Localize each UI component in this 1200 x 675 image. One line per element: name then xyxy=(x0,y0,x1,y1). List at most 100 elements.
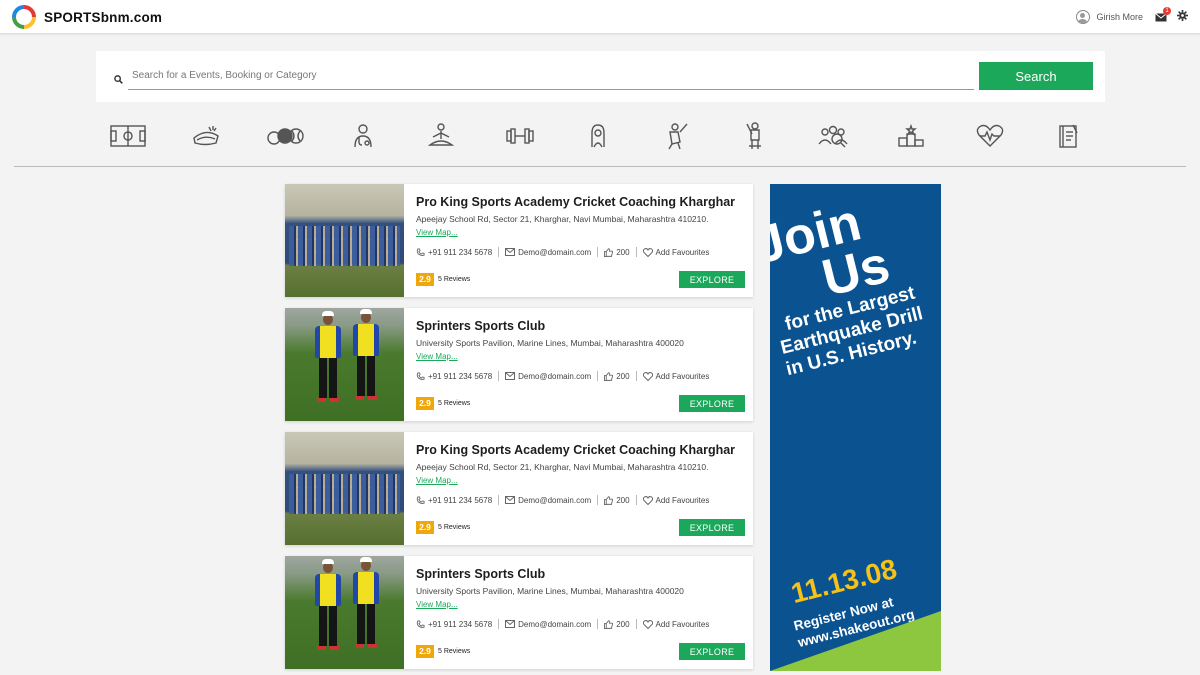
email-text: Demo@domain.com xyxy=(518,247,592,257)
physio-icon[interactable] xyxy=(343,120,383,152)
phone-item[interactable]: +91 911 234 5678 xyxy=(416,248,492,257)
separator xyxy=(635,247,637,257)
listing-title[interactable]: Sprinters Sports Club xyxy=(416,319,545,333)
separator xyxy=(597,495,599,505)
separator xyxy=(498,371,500,381)
user-area: Girish More 1 xyxy=(1076,7,1188,26)
email-item[interactable]: Demo@domain.com xyxy=(505,248,591,257)
explore-button[interactable]: EXPLORE xyxy=(679,643,745,660)
diary-icon[interactable] xyxy=(1048,120,1088,152)
batsman-icon[interactable] xyxy=(735,120,775,152)
thumbs-up-icon xyxy=(604,495,614,505)
explore-button[interactable]: EXPLORE xyxy=(679,395,745,412)
rating-score: 2.9 xyxy=(416,521,434,534)
likes-item[interactable]: 200 xyxy=(604,619,630,629)
phone-item[interactable]: +91 911 234 5678 xyxy=(416,372,492,381)
ad-headline: Join Us for the Largest Earthquake Drill… xyxy=(770,189,931,381)
separator xyxy=(597,619,599,629)
listing-card[interactable]: Sprinters Sports Club University Sports … xyxy=(285,308,753,421)
user-name[interactable]: Girish More xyxy=(1096,12,1143,22)
likes-item[interactable]: 200 xyxy=(604,371,630,381)
cricket-ball-icon[interactable] xyxy=(186,120,226,152)
listing-card[interactable]: Sprinters Sports Club University Sports … xyxy=(285,556,753,669)
phone-text: +91 911 234 5678 xyxy=(428,619,493,629)
site-logo[interactable]: SPORTSbnm.com xyxy=(12,5,162,29)
heart-icon xyxy=(642,495,653,505)
two-players-photo[interactable] xyxy=(285,556,404,669)
separator xyxy=(635,619,637,629)
add-favourites-button[interactable]: Add Favourites xyxy=(642,619,710,629)
cricketer-icon[interactable] xyxy=(656,120,696,152)
add-favourites-button[interactable]: Add Favourites xyxy=(642,371,710,381)
email-item[interactable]: Demo@domain.com xyxy=(505,620,591,629)
envelope-icon xyxy=(505,248,516,256)
view-map-link[interactable]: View Map... xyxy=(416,600,458,609)
reviews-count[interactable]: 5 Reviews xyxy=(438,276,470,283)
mail-icon[interactable]: 1 xyxy=(1155,7,1171,22)
thumbs-up-icon xyxy=(604,619,614,629)
view-map-link[interactable]: View Map... xyxy=(416,352,458,361)
thumbs-up-icon xyxy=(604,247,614,257)
reviews-count[interactable]: 5 Reviews xyxy=(438,524,470,531)
reviews-count[interactable]: 5 Reviews xyxy=(438,400,470,407)
user-avatar-icon[interactable] xyxy=(1076,10,1091,24)
team-photo[interactable] xyxy=(285,184,404,297)
two-players-photo[interactable] xyxy=(285,308,404,421)
envelope-icon xyxy=(505,496,516,504)
heart-health-icon[interactable] xyxy=(970,120,1010,152)
phone-icon xyxy=(416,247,425,256)
phone-item[interactable]: +91 911 234 5678 xyxy=(416,496,492,505)
team-photo[interactable] xyxy=(285,432,404,545)
listing-card[interactable]: Pro King Sports Academy Cricket Coaching… xyxy=(285,184,753,297)
favourites-label: Add Favourites xyxy=(655,619,710,629)
stadium-icon[interactable] xyxy=(108,120,148,152)
likes-item[interactable]: 200 xyxy=(604,495,630,505)
listing-title[interactable]: Sprinters Sports Club xyxy=(416,567,545,581)
add-favourites-button[interactable]: Add Favourites xyxy=(642,495,710,505)
listing-title[interactable]: Pro King Sports Academy Cricket Coaching… xyxy=(416,195,735,209)
view-map-link[interactable]: View Map... xyxy=(416,228,458,237)
search-button[interactable]: Search xyxy=(979,62,1093,90)
view-map-link[interactable]: View Map... xyxy=(416,476,458,485)
explore-button[interactable]: EXPLORE xyxy=(679,271,745,288)
likes-count: 200 xyxy=(616,619,630,629)
heart-icon xyxy=(642,619,653,629)
email-text: Demo@domain.com xyxy=(518,371,592,381)
rating: 2.9 5 Reviews xyxy=(416,397,470,410)
email-text: Demo@domain.com xyxy=(518,495,592,505)
rating: 2.9 5 Reviews xyxy=(416,273,470,286)
search-panel: Search xyxy=(96,51,1105,102)
explore-button[interactable]: EXPLORE xyxy=(679,519,745,536)
email-item[interactable]: Demo@domain.com xyxy=(505,372,591,381)
rating: 2.9 5 Reviews xyxy=(416,645,470,658)
listing-card[interactable]: Pro King Sports Academy Cricket Coaching… xyxy=(285,432,753,545)
search-input[interactable] xyxy=(128,62,974,90)
listing-address: Apeejay School Rd, Sector 21, Kharghar, … xyxy=(416,214,709,224)
phone-icon xyxy=(416,619,425,628)
likes-item[interactable]: 200 xyxy=(604,247,630,257)
favourites-label: Add Favourites xyxy=(655,371,710,381)
reviews-count[interactable]: 5 Reviews xyxy=(438,648,470,655)
gear-icon[interactable] xyxy=(1177,8,1188,26)
yoga-icon[interactable] xyxy=(421,120,461,152)
likes-count: 200 xyxy=(616,371,630,381)
likes-count: 200 xyxy=(616,495,630,505)
listing-meta: +91 911 234 5678 Demo@domain.com 200 Add… xyxy=(416,495,709,505)
logo-ring-icon xyxy=(12,5,36,29)
add-favourites-button[interactable]: Add Favourites xyxy=(642,247,709,257)
advertisement-banner[interactable]: Join Us for the Largest Earthquake Drill… xyxy=(770,184,941,671)
phone-text: +91 911 234 5678 xyxy=(428,371,493,381)
email-item[interactable]: Demo@domain.com xyxy=(505,496,591,505)
rating-score: 2.9 xyxy=(416,645,434,658)
trainer-icon[interactable] xyxy=(578,120,618,152)
sports-balls-icon[interactable] xyxy=(265,120,305,152)
podium-icon[interactable] xyxy=(891,120,931,152)
phone-item[interactable]: +91 911 234 5678 xyxy=(416,620,492,629)
rating-score: 2.9 xyxy=(416,273,434,286)
community-icon[interactable] xyxy=(813,120,853,152)
listing-meta: +91 911 234 5678 Demo@domain.com 200 Add… xyxy=(416,247,709,257)
favourites-label: Add Favourites xyxy=(655,495,710,505)
dumbbell-icon[interactable] xyxy=(500,120,540,152)
heart-icon xyxy=(642,247,653,257)
listing-title[interactable]: Pro King Sports Academy Cricket Coaching… xyxy=(416,443,735,457)
